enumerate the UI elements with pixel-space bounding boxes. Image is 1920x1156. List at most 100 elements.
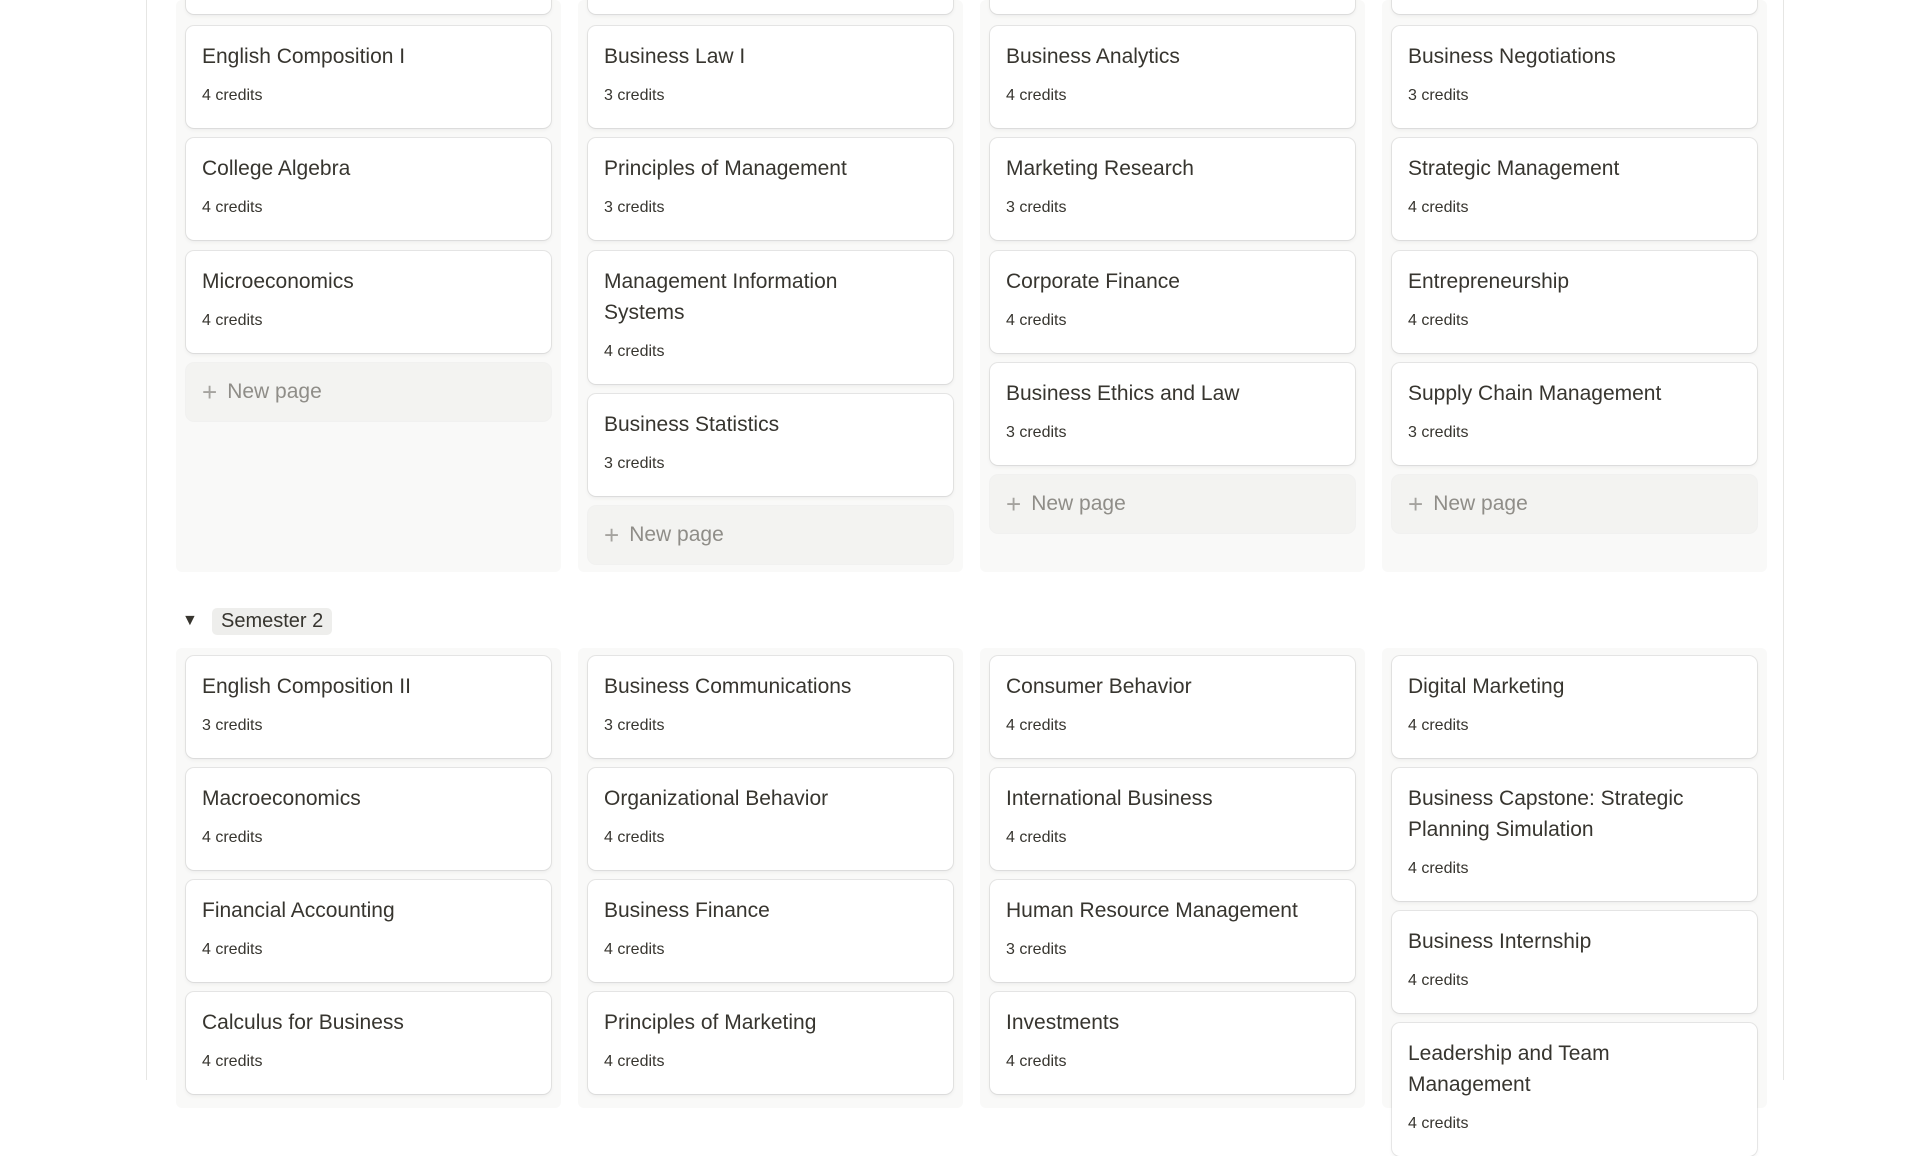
course-credits: 3 credits [1408,87,1469,104]
triangle-down-icon[interactable]: ▼ [182,612,202,630]
course-credits: 3 credits [604,199,665,216]
new-page-label: New page [1433,492,1528,515]
course-card[interactable]: Business Law I 3 credits [588,26,953,128]
course-card[interactable]: Principles of Management 3 credits [588,138,953,240]
course-card[interactable]: Business Statistics 3 credits [588,394,953,496]
course-card[interactable]: Strategic Management 4 credits [1392,138,1757,240]
course-title: Entrepreneurship [1408,270,1570,293]
course-card[interactable]: Business Capstone: Strategic Planning Si… [1392,768,1757,901]
course-card[interactable]: Business Ethics and Law 3 credits [990,363,1355,465]
plus-icon: + [202,377,218,407]
course-card[interactable]: College Algebra 4 credits [186,138,551,240]
plus-icon: + [1006,489,1022,519]
board-column: Business Law I 3 credits Principles of M… [578,0,963,572]
course-title: Principles of Marketing [604,1011,817,1034]
course-credits: 4 credits [1408,199,1469,216]
course-credits: 4 credits [202,1053,263,1070]
course-credits: 3 credits [1006,424,1067,441]
card-partial[interactable] [588,0,953,14]
course-title: Business Ethics and Law [1006,382,1240,405]
course-title: Macroeconomics [202,787,361,810]
course-title: Business Communications [604,675,852,698]
course-card[interactable]: Supply Chain Management 3 credits [1392,363,1757,465]
course-title: Business Law I [604,45,746,68]
course-card[interactable]: Calculus for Business 4 credits [186,992,551,1094]
board-column: English Composition II 3 credits Macroec… [176,648,561,1108]
board-column: Business Analytics 4 credits Marketing R… [980,0,1365,572]
course-card[interactable]: Marketing Research 3 credits [990,138,1355,240]
course-card[interactable]: Financial Accounting 4 credits [186,880,551,982]
course-credits: 4 credits [202,199,263,216]
new-page-button[interactable]: + New page [990,475,1355,533]
course-title: Business Statistics [604,413,780,436]
card-partial[interactable] [1392,0,1757,14]
course-credits: 4 credits [202,87,263,104]
page-right-border [1783,0,1784,1080]
course-title: Marketing Research [1006,157,1194,180]
course-card[interactable]: Corporate Finance 4 credits [990,251,1355,353]
board-column: Business Negotiations 3 credits Strategi… [1382,0,1767,572]
course-card[interactable]: Human Resource Management 3 credits [990,880,1355,982]
course-title: College Algebra [202,157,351,180]
board-column: Digital Marketing 4 credits Business Cap… [1382,648,1767,1156]
course-credits: 4 credits [604,1053,665,1070]
new-page-button[interactable]: + New page [186,363,551,421]
course-card[interactable]: Organizational Behavior 4 credits [588,768,953,870]
course-card[interactable]: Business Communications 3 credits [588,656,953,758]
course-credits: 4 credits [1408,860,1469,877]
course-credits: 4 credits [1408,312,1469,329]
course-card[interactable]: Leadership and Team Management 4 credits [1392,1023,1757,1156]
course-card[interactable]: Business Negotiations 3 credits [1392,26,1757,128]
course-credits: 4 credits [1006,312,1067,329]
course-card[interactable]: Investments 4 credits [990,992,1355,1094]
course-credits: 3 credits [604,717,665,734]
course-card[interactable]: Principles of Marketing 4 credits [588,992,953,1094]
course-credits: 3 credits [1408,424,1469,441]
card-partial[interactable] [186,0,551,14]
course-card[interactable]: Business Analytics 4 credits [990,26,1355,128]
new-page-label: New page [629,523,724,546]
course-card[interactable]: Consumer Behavior 4 credits [990,656,1355,758]
course-title: Financial Accounting [202,899,395,922]
course-card[interactable]: Digital Marketing 4 credits [1392,656,1757,758]
group-header-semester-2: ▼ Semester 2 [182,606,333,636]
course-card[interactable]: Business Internship 4 credits [1392,911,1757,1013]
course-title: Investments [1006,1011,1120,1034]
course-title: Business Internship [1408,930,1592,953]
course-credits: 4 credits [1408,972,1469,989]
course-credits: 3 credits [604,455,665,472]
group-label[interactable]: Semester 2 [212,607,333,635]
new-page-label: New page [1031,492,1126,515]
course-card[interactable]: Management Information Systems 4 credits [588,251,953,384]
course-card[interactable]: Macroeconomics 4 credits [186,768,551,870]
course-title: English Composition I [202,45,406,68]
course-credits: 3 credits [1006,941,1067,958]
course-credits: 3 credits [202,717,263,734]
new-page-label: New page [227,380,322,403]
course-card[interactable]: English Composition II 3 credits [186,656,551,758]
course-card[interactable]: Business Finance 4 credits [588,880,953,982]
course-credits: 4 credits [1006,1053,1067,1070]
course-title: Business Negotiations [1408,45,1616,68]
card-partial[interactable] [990,0,1355,14]
course-title: Microeconomics [202,270,354,293]
course-card[interactable]: Microeconomics 4 credits [186,251,551,353]
course-card[interactable]: English Composition I 4 credits [186,26,551,128]
course-credits: 3 credits [604,87,665,104]
course-title: English Composition II [202,675,411,698]
course-credits: 4 credits [1006,87,1067,104]
course-credits: 3 credits [1006,199,1067,216]
course-title: Strategic Management [1408,157,1620,180]
course-title: Business Capstone: Strategic Planning Si… [1408,787,1684,841]
course-title: Principles of Management [604,157,847,180]
course-credits: 4 credits [202,941,263,958]
plus-icon: + [1408,489,1424,519]
course-card[interactable]: Entrepreneurship 4 credits [1392,251,1757,353]
course-card[interactable]: International Business 4 credits [990,768,1355,870]
plus-icon: + [604,520,620,550]
course-credits: 4 credits [202,312,263,329]
new-page-button[interactable]: + New page [588,506,953,564]
course-credits: 4 credits [1408,717,1469,734]
new-page-button[interactable]: + New page [1392,475,1757,533]
course-title: Digital Marketing [1408,675,1565,698]
